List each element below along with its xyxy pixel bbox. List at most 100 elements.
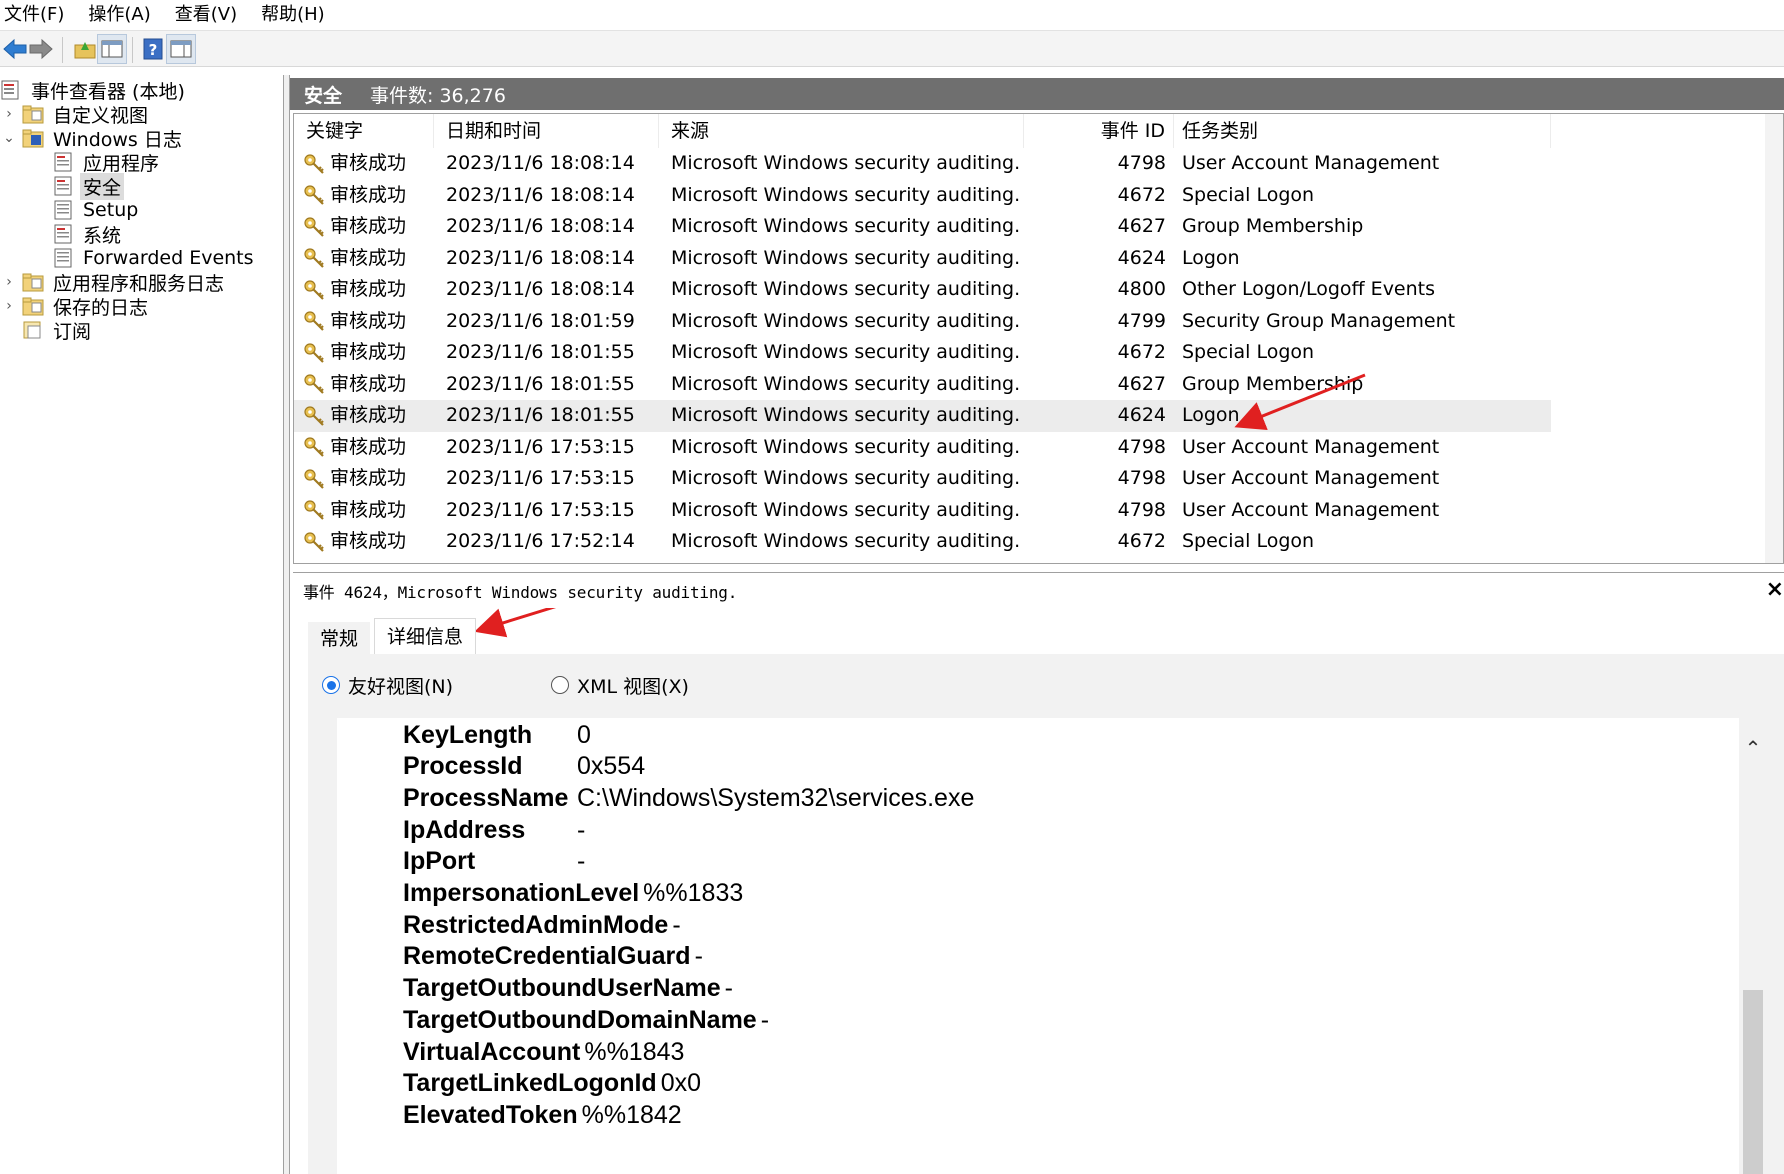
forward-arrow-icon[interactable]	[26, 34, 56, 64]
details-tabs: 常规 详细信息	[308, 618, 480, 654]
close-icon[interactable]: ×	[1766, 577, 1784, 602]
radio-checked-icon[interactable]	[322, 676, 340, 694]
tree-item-saved-logs[interactable]: › 保存的日志	[2, 293, 151, 319]
navigation-tree: 事件查看器 (本地) › 自定义视图 ⌄ Windows 日志 应用程序 安全 …	[0, 75, 284, 1174]
menu-action[interactable]: 操作(A)	[84, 0, 160, 30]
tree-item-custom-views[interactable]: › 自定义视图	[2, 101, 151, 127]
radio-unchecked-icon[interactable]	[551, 676, 570, 694]
column-datetime[interactable]: 日期和时间	[434, 114, 659, 148]
radio-friendly-view[interactable]: 友好视图(N)	[322, 672, 453, 699]
tree-label: Forwarded Events	[83, 247, 254, 269]
cell-source: Microsoft Windows security auditing.	[671, 530, 1021, 552]
menu-help[interactable]: 帮助(H)	[257, 0, 335, 30]
detail-field-value: 0	[577, 720, 591, 749]
folder-icon	[22, 273, 44, 292]
folder-icon	[22, 297, 44, 316]
column-task-category[interactable]: 任务类别	[1174, 114, 1551, 148]
pane-splitter[interactable]	[284, 75, 290, 1174]
events-scrollbar[interactable]	[1765, 114, 1783, 563]
key-icon	[304, 500, 324, 521]
tree-item-application[interactable]: 应用程序	[52, 149, 162, 175]
key-icon	[304, 280, 324, 300]
help-icon[interactable]: ?	[138, 34, 168, 64]
detail-field-value: 0x0	[660, 1069, 701, 1098]
table-row[interactable]: 审核成功 2023/11/6 17:53:15 Microsoft Windows …	[294, 432, 1783, 464]
cell-task-category: User Account Management	[1182, 467, 1440, 489]
table-row[interactable]: 审核成功 2023/11/6 18:08:14 Microsoft Windows …	[294, 148, 1783, 180]
table-row[interactable]: 审核成功 2023/11/6 17:53:15 Microsoft Windows …	[294, 495, 1783, 527]
detail-field: TargetOutboundDomainName -	[403, 1003, 769, 1037]
tree-item-root[interactable]: 事件查看器 (本地)	[0, 77, 188, 103]
event-details-title: 事件 4624，Microsoft Windows security audit…	[303, 582, 738, 602]
radio-xml-view[interactable]: XML 视图(X)	[551, 672, 689, 699]
menu-file[interactable]: 文件(F)	[0, 0, 74, 30]
cell-task-category: Logon	[1182, 246, 1240, 269]
cell-task-category: Group Membership	[1182, 215, 1364, 237]
table-row[interactable]: 审核成功 2023/11/6 17:52:14 Microsoft Windows …	[294, 526, 1783, 558]
key-icon	[304, 217, 324, 237]
key-icon	[304, 185, 324, 206]
cell-keyword: 审核成功	[294, 243, 434, 275]
tree-item-app-services-logs[interactable]: › 应用程序和服务日志	[2, 269, 227, 295]
detail-field-value: %%1833	[643, 879, 744, 907]
tree-item-security[interactable]: 安全	[52, 172, 125, 200]
key-icon	[304, 469, 324, 489]
chevron-down-icon[interactable]: ⌄	[2, 130, 16, 146]
scrollbar-thumb[interactable]	[1743, 990, 1763, 1174]
cell-datetime: 2023/11/6 18:01:59	[446, 309, 635, 332]
cell-keyword: 审核成功	[294, 180, 434, 212]
chevron-up-icon[interactable]: ⌃	[1739, 736, 1767, 760]
tab-details[interactable]: 详细信息	[374, 618, 477, 654]
key-icon	[304, 406, 324, 426]
tree-item-forwarded-events[interactable]: Forwarded Events	[52, 245, 257, 271]
chevron-right-icon[interactable]: ›	[2, 106, 16, 122]
details-scrollbar[interactable]: ⌃	[1739, 718, 1767, 1174]
table-row[interactable]: 审核成功 2023/11/6 17:53:15 Microsoft Windows …	[294, 463, 1783, 495]
detail-field-key: KeyLength	[403, 720, 533, 749]
cell-keyword: 审核成功	[294, 306, 434, 338]
table-row[interactable]: 审核成功 2023/11/6 18:01:59 Microsoft Windows …	[294, 306, 1783, 338]
table-row[interactable]: 审核成功 2023/11/6 18:01:55 Microsoft Windows …	[294, 337, 1783, 369]
cell-datetime: 2023/11/6 18:01:55	[434, 400, 659, 432]
chevron-right-icon[interactable]: ›	[2, 274, 16, 290]
cell-event-id: 4798	[1117, 435, 1166, 458]
table-row[interactable]: 审核成功 2023/11/6 18:01:55 Microsoft Windows …	[294, 400, 1783, 432]
detail-field-value: -	[760, 1005, 770, 1034]
cell-task-category: User Account Management	[1182, 152, 1440, 174]
tree-label: Windows 日志	[53, 128, 182, 151]
table-row[interactable]: 审核成功 2023/11/6 18:08:14 Microsoft Windows …	[294, 274, 1783, 306]
column-event-id[interactable]: 事件 ID	[1024, 114, 1174, 148]
action-pane-icon[interactable]	[166, 34, 196, 64]
table-row[interactable]: 审核成功 2023/11/6 18:01:55 Microsoft Windows …	[294, 369, 1783, 401]
cell-source: Microsoft Windows security auditing.	[671, 467, 1021, 489]
tab-general[interactable]: 常规	[308, 622, 371, 654]
detail-field-value: C:\Windows\System32\services.exe	[577, 783, 975, 812]
detail-field: VirtualAccount %%1843	[403, 1035, 684, 1069]
event-details-header: 事件 4624，Microsoft Windows security audit…	[293, 572, 1784, 608]
detail-field-value: -	[672, 910, 681, 939]
detail-field: ProcessName C:\Windows\System32\services.…	[403, 781, 974, 815]
column-keyword[interactable]: 关键字	[294, 114, 434, 148]
log-title: 安全	[304, 84, 343, 107]
column-source[interactable]: 来源	[659, 114, 1024, 148]
cell-datetime: 2023/11/6 17:53:15	[446, 498, 635, 521]
tree-item-setup[interactable]: Setup	[52, 197, 141, 223]
table-row[interactable]: 审核成功 2023/11/6 18:08:14 Microsoft Windows …	[294, 180, 1783, 212]
cell-datetime: 2023/11/6 17:52:14	[446, 530, 635, 552]
radio-label: 友好视图(N)	[348, 675, 454, 698]
table-row[interactable]: 审核成功 2023/11/6 18:08:14 Microsoft Windows …	[294, 243, 1783, 275]
cell-keyword: 审核成功	[294, 463, 434, 495]
view-mode-radios: 友好视图(N) XML 视图(X)	[322, 672, 689, 698]
tree-item-system[interactable]: 系统	[52, 221, 124, 247]
cell-task-category: Security Group Management	[1182, 309, 1456, 332]
cell-datetime: 2023/11/6 18:08:14	[446, 183, 635, 206]
chevron-right-icon[interactable]: ›	[2, 298, 16, 314]
console-tree-icon[interactable]	[97, 34, 127, 64]
menu-view[interactable]: 查看(V)	[171, 0, 247, 30]
tree-item-subscriptions[interactable]: 订阅	[22, 317, 94, 343]
cell-event-id: 4798	[1117, 467, 1166, 489]
folder-up-icon[interactable]	[70, 34, 100, 64]
cell-source: Microsoft Windows security auditing.	[671, 341, 1021, 363]
table-row[interactable]: 审核成功 2023/11/6 18:08:14 Microsoft Windows …	[294, 211, 1783, 243]
tree-item-windows-logs[interactable]: ⌄ Windows 日志	[2, 125, 185, 151]
